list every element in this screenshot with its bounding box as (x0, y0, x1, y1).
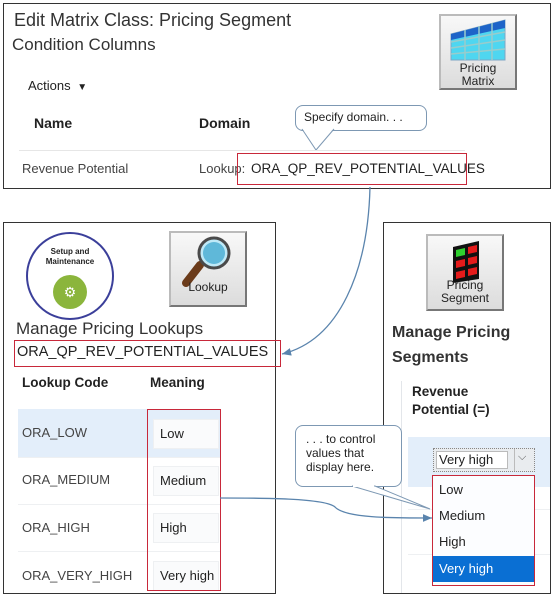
section-title: Condition Columns (12, 35, 156, 54)
actions-menu[interactable]: Actions ▼ (28, 78, 87, 93)
col-header-domain: Domain (199, 115, 251, 131)
lookups-page-title: Manage Pricing Lookups (16, 319, 204, 338)
segments-title-line-1: Manage Pricing (392, 324, 511, 341)
dropdown-option-very-high[interactable]: Very high (433, 556, 534, 582)
row-divider (19, 150, 465, 151)
domain-highlight-box (237, 153, 467, 185)
dropdown-option-medium[interactable]: Medium (433, 503, 534, 529)
dropdown-list: Low Medium High Very high (432, 475, 535, 586)
page-title: Edit Matrix Class: Pricing Segment (14, 10, 292, 30)
column-divider (401, 381, 402, 593)
col-header-line-2: Potential (=) (412, 402, 490, 417)
pricing-matrix-icon (450, 19, 506, 61)
lookup-code: ORA_HIGH (22, 520, 90, 535)
col-header-line-1: Revenue (412, 384, 469, 399)
segments-title-line-2: Segments (392, 349, 469, 366)
domain-to-lookup-arrow (281, 186, 371, 356)
col-header-lookup-code: Lookup Code (22, 375, 109, 390)
revenue-potential-select[interactable]: Very high ⌵ (433, 448, 535, 472)
setup-maintenance-badge[interactable]: Setup and Maintenance ⚙ (26, 232, 114, 320)
dropdown-option-low[interactable]: Low (433, 477, 534, 503)
chevron-down-icon[interactable]: ⌵ (518, 451, 526, 464)
col-header-meaning: Meaning (150, 375, 205, 390)
dropdown-option-high[interactable]: High (433, 529, 534, 555)
col-header-name: Name (34, 115, 73, 131)
lookup-code: ORA_VERY_HIGH (22, 568, 133, 583)
lookup-type-highlight-box (14, 340, 281, 367)
col-header-revenue-potential: Revenue Potential (=) (412, 383, 490, 419)
manage-pricing-lookups-panel: Setup and Maintenance ⚙ Lookup Manage Pr… (3, 222, 281, 594)
callout-line-3: display here. (306, 460, 375, 474)
pricing-matrix-tile[interactable]: Pricing Matrix (439, 14, 517, 90)
segment-tile-label-2: Segment (440, 291, 490, 305)
callout-text: Specify domain. . . (304, 110, 403, 124)
row-name: Revenue Potential (22, 161, 129, 176)
pricing-segment-tile[interactable]: Pricing Segment (426, 234, 504, 311)
control-values-callout: . . . to control values that display her… (295, 425, 402, 487)
caret-down-icon: ▼ (77, 82, 88, 93)
lookup-code: ORA_MEDIUM (22, 472, 111, 487)
pricing-segment-icon (453, 241, 479, 283)
select-value: Very high (436, 451, 508, 469)
callout-line-1: . . . to control (306, 432, 376, 446)
actions-label: Actions (28, 78, 71, 93)
tile-label-2: Matrix (461, 74, 495, 88)
lookup-code: ORA_LOW (22, 425, 88, 440)
meaning-highlight-box (147, 409, 221, 591)
manage-pricing-segments-panel: Pricing Segment Manage Pricing Segments … (383, 222, 551, 594)
callout-pointer (301, 128, 335, 151)
select-divider (514, 449, 515, 471)
lookup-tile[interactable]: Lookup (169, 231, 247, 307)
edit-matrix-class-panel: Edit Matrix Class: Pricing Segment Condi… (3, 3, 551, 189)
badge-line-2: Maintenance (45, 257, 95, 266)
gears-icon: ⚙ (53, 275, 87, 309)
badge-line-1: Setup and (50, 247, 90, 256)
callout-line-2: values that (306, 446, 365, 460)
